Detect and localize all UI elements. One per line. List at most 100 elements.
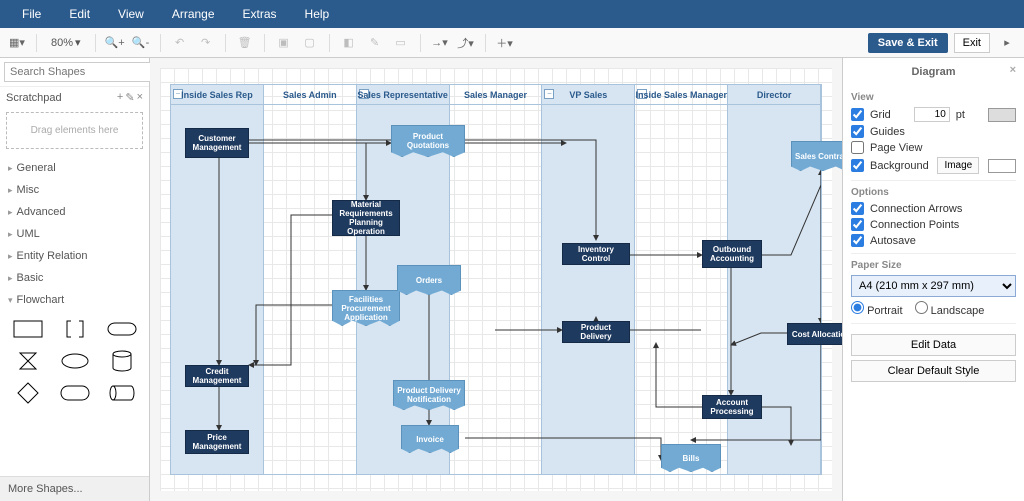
zoom-in-icon[interactable]: 🔍+ [104, 32, 126, 54]
grid-size-input[interactable] [914, 107, 950, 122]
node-mrp[interactable]: Material Requirements Planning Operation [332, 200, 400, 236]
autosave-label: Autosave [870, 235, 916, 247]
menu-extras[interactable]: Extras [229, 1, 291, 27]
scratchpad-edit-icon[interactable]: ✎ [125, 91, 134, 104]
node-account-processing[interactable]: Account Processing [702, 395, 762, 419]
node-invoice[interactable]: Invoice [401, 425, 459, 453]
options-section-label: Options [851, 187, 1016, 198]
more-shapes-button[interactable]: More Shapes... [0, 476, 149, 501]
fill-icon[interactable]: ◧ [338, 32, 360, 54]
portrait-option[interactable]: Portrait [851, 301, 903, 317]
scratchpad-close-icon[interactable]: × [137, 91, 143, 104]
zoom-out-icon[interactable]: 🔍- [130, 32, 152, 54]
swimlanes[interactable]: −Inside Sales Rep Sales Admin −Sales Rep… [170, 84, 822, 475]
shape-ellipse-icon[interactable] [53, 347, 96, 375]
node-sales-contract[interactable]: Sales Contract [791, 141, 842, 171]
close-icon[interactable]: × [1010, 64, 1016, 76]
to-front-icon[interactable]: ▣ [273, 32, 295, 54]
shape-rect-icon[interactable] [6, 315, 49, 343]
category-advanced[interactable]: Advanced [0, 201, 149, 223]
scratchpad-header[interactable]: Scratchpad + ✎ × [0, 87, 149, 108]
landscape-option[interactable]: Landscape [915, 301, 985, 317]
shape-terminator-icon[interactable] [100, 315, 143, 343]
save-exit-button[interactable]: Save & Exit [868, 33, 948, 53]
shadow-icon[interactable]: ▭ [390, 32, 412, 54]
category-misc[interactable]: Misc [0, 179, 149, 201]
grid-checkbox[interactable] [851, 108, 864, 121]
table-icon[interactable]: ▦▾ [6, 32, 28, 54]
node-product-delivery[interactable]: Product Delivery [562, 321, 630, 343]
node-customer-management[interactable]: Customer Management [185, 128, 249, 158]
to-back-icon[interactable]: ▢ [299, 32, 321, 54]
menu-file[interactable]: File [8, 1, 55, 27]
menu-arrange[interactable]: Arrange [158, 1, 229, 27]
canvas-area[interactable]: −Inside Sales Rep Sales Admin −Sales Rep… [150, 58, 842, 501]
node-product-quotations[interactable]: Product Quotations [391, 125, 465, 157]
separator [36, 34, 37, 52]
lane-sales-admin[interactable]: Sales Admin [264, 85, 357, 474]
scratchpad-drop-area[interactable]: Drag elements here [6, 112, 143, 149]
menu-help[interactable]: Help [291, 1, 344, 27]
category-basic[interactable]: Basic [0, 267, 149, 289]
node-orders[interactable]: Orders [397, 265, 461, 295]
shape-diamond-icon[interactable] [6, 379, 49, 407]
node-bills[interactable]: Bills [661, 444, 721, 472]
scratchpad-label: Scratchpad [6, 92, 62, 104]
image-button[interactable]: Image [937, 157, 979, 174]
node-facilities[interactable]: Facilities Procurement Application [332, 290, 400, 326]
background-label: Background [870, 160, 929, 172]
shape-cyl-h-icon[interactable] [100, 379, 143, 407]
paper-size-select[interactable]: A4 (210 mm x 297 mm) [851, 275, 1016, 297]
delete-icon[interactable]: 🗑 [234, 32, 256, 54]
node-pdn[interactable]: Product Delivery Notification [393, 380, 465, 410]
search-shapes-input[interactable] [4, 62, 158, 82]
connection-points-checkbox[interactable] [851, 218, 864, 231]
node-credit-management[interactable]: Credit Management [185, 365, 249, 387]
line-icon[interactable]: ✎ [364, 32, 386, 54]
connection-arrows-checkbox[interactable] [851, 202, 864, 215]
category-uml[interactable]: UML [0, 223, 149, 245]
waypoint-icon[interactable]: ⤴▾ [455, 32, 477, 54]
background-color-swatch[interactable] [988, 159, 1016, 173]
page-view-checkbox[interactable] [851, 141, 864, 154]
lane-vp-sales[interactable]: −VP Sales [542, 85, 635, 474]
zoom-display[interactable]: 80% ▾ [45, 36, 87, 49]
autosave-checkbox[interactable] [851, 234, 864, 247]
background-checkbox[interactable] [851, 159, 864, 172]
guides-checkbox[interactable] [851, 125, 864, 138]
undo-icon[interactable]: ↶ [169, 32, 191, 54]
menubar: File Edit View Arrange Extras Help [0, 0, 1024, 28]
node-cost-allocation[interactable]: Cost Allocation [787, 323, 842, 345]
add-icon[interactable]: ＋▾ [494, 32, 516, 54]
grid-color-swatch[interactable] [988, 108, 1016, 122]
shape-capsule-icon[interactable] [53, 379, 96, 407]
format-panel: Diagram × View Grid pt Guides Page View … [842, 58, 1024, 501]
menu-edit[interactable]: Edit [55, 1, 104, 27]
menu-view[interactable]: View [104, 1, 158, 27]
separator [264, 34, 265, 52]
lane-header: VP Sales [542, 85, 634, 105]
clear-default-style-button[interactable]: Clear Default Style [851, 360, 1016, 382]
expand-right-icon[interactable]: ▸ [996, 32, 1018, 54]
redo-icon[interactable]: ↷ [195, 32, 217, 54]
separator [485, 34, 486, 52]
shape-bracket-icon[interactable] [53, 315, 96, 343]
zoom-value: 80% [51, 37, 73, 49]
shape-cylinder-icon[interactable] [100, 347, 143, 375]
exit-button[interactable]: Exit [954, 33, 990, 53]
node-price-management[interactable]: Price Management [185, 430, 249, 454]
connection-points-label: Connection Points [870, 219, 959, 231]
lane-header: Sales Representative [357, 85, 449, 105]
separator [160, 34, 161, 52]
node-outbound-accounting[interactable]: Outbound Accounting [702, 240, 762, 268]
node-inventory-control[interactable]: Inventory Control [562, 243, 630, 265]
category-general[interactable]: General [0, 157, 149, 179]
scratchpad-add-icon[interactable]: + [117, 91, 123, 104]
connection-icon[interactable]: →▾ [429, 32, 451, 54]
lane-header: Director [728, 85, 820, 105]
category-entity-relation[interactable]: Entity Relation [0, 245, 149, 267]
edit-data-button[interactable]: Edit Data [851, 334, 1016, 356]
shape-hourglass-icon[interactable] [6, 347, 49, 375]
category-flowchart[interactable]: Flowchart [0, 289, 149, 311]
separator [95, 34, 96, 52]
